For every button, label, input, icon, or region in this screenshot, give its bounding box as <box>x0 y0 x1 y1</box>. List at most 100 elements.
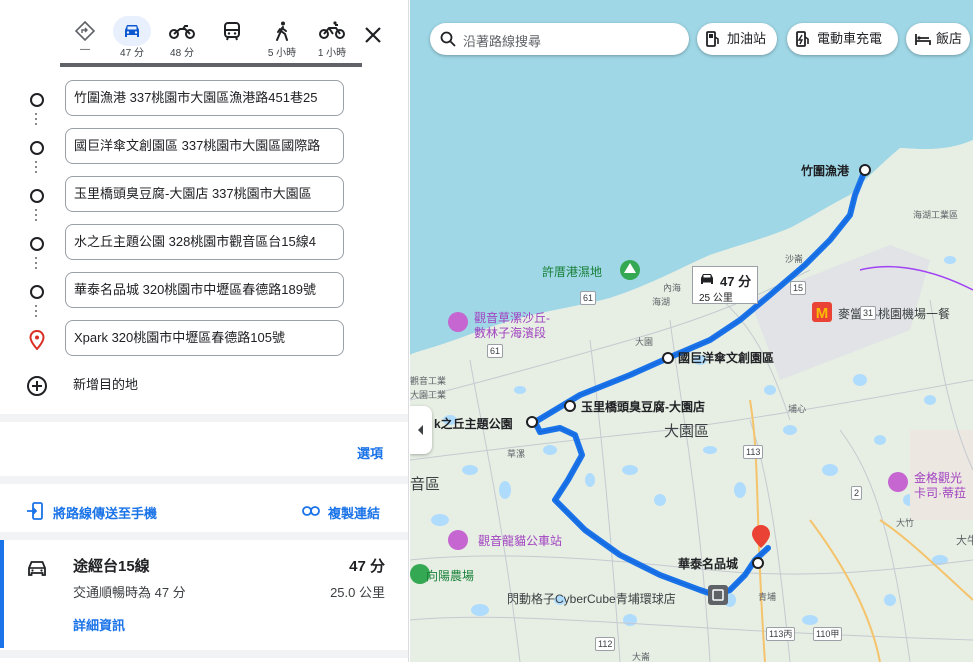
add-destination-label: 新增目的地 <box>73 377 139 392</box>
place-label[interactable]: 數林子海濱段 <box>474 324 546 341</box>
place-label[interactable]: 玉里橋頭臭豆腐-大園店 <box>581 398 705 415</box>
mode-walk-label: 5 小時 <box>267 48 297 59</box>
chip-gas-station-label: 加油站 <box>727 31 767 46</box>
mode-motorcycle[interactable]: 48 分 <box>157 14 207 64</box>
area-label: 沙崙 <box>785 254 804 264</box>
mode-scroll-indicator <box>60 63 362 67</box>
mode-bike[interactable]: 1 小時 <box>307 14 357 64</box>
options-button[interactable]: 選項 <box>357 443 383 462</box>
divider <box>0 532 408 540</box>
motorcycle-icon <box>169 25 195 39</box>
route-details-link[interactable]: 詳細資訊 <box>73 615 125 634</box>
xpark-marker[interactable] <box>708 585 728 605</box>
hotel-icon <box>915 34 931 45</box>
area-label: 大園工業 <box>410 390 447 400</box>
place-label[interactable]: 觀音龍貓公車站 <box>478 532 562 549</box>
road-shield: 61 <box>580 291 597 305</box>
mode-car-label: 47 分 <box>120 48 144 59</box>
mode-bike-label: 1 小時 <box>317 48 347 59</box>
area-label: 大竹 <box>896 518 915 528</box>
copy-link-button[interactable]: 複製連結 <box>302 502 392 522</box>
road-shield: 113 <box>743 445 764 459</box>
selected-route-indicator <box>0 540 4 648</box>
walk-icon <box>276 21 288 41</box>
place-label[interactable]: 卡司·蒂菈 <box>914 484 966 501</box>
search-placeholder: 沿著路線搜尋 <box>463 34 542 49</box>
place-label[interactable]: 閃動格子CyberCube青埔環球店 <box>507 590 676 607</box>
route-time-callout[interactable]: 47 分 25 公里 <box>692 266 758 304</box>
area-label: 埔心 <box>788 404 807 414</box>
district-label: 大園區 <box>664 423 710 440</box>
place-label[interactable]: 華泰名品城 <box>678 555 738 572</box>
stop-marker <box>30 141 44 155</box>
mode-walk[interactable]: 5 小時 <box>257 14 307 64</box>
car-icon <box>125 25 139 37</box>
chip-hotel-label: 飯店 <box>936 31 963 46</box>
route-distance: 25.0 公里 <box>330 585 385 600</box>
copy-link-label: 複製連結 <box>328 506 381 521</box>
route-search-box[interactable]: 沿著路線搜尋 <box>430 23 689 55</box>
area-label: 海湖 <box>652 297 671 307</box>
place-label[interactable]: 竹圍漁港 <box>801 162 849 179</box>
stop-marker <box>30 93 44 107</box>
mode-best[interactable]: — <box>60 14 110 64</box>
stop-input-5[interactable]: 華泰名品城 320桃園市中壢區春德路189號 <box>65 272 344 308</box>
stop-input-2[interactable]: 國巨洋傘文創園區 337桃園市大園區國際路 <box>65 128 344 164</box>
area-label: 大崙 <box>632 652 651 662</box>
route-duration: 47 分 <box>349 558 385 575</box>
search-icon <box>440 31 456 47</box>
stop-input-4[interactable]: 水之丘主題公園 328桃園市觀音區台15線4 <box>65 224 344 260</box>
divider <box>0 414 408 422</box>
stop-input-3[interactable]: 玉里橋頭臭豆腐-大園店 337桃園市大園區 <box>65 176 344 212</box>
road-shield: 112 <box>595 637 616 651</box>
route-option-card[interactable]: 途經台15線 47 分 交通順暢時為 47 分 25.0 公里 詳細資訊 <box>0 540 408 648</box>
attraction-marker[interactable] <box>888 472 908 492</box>
road-shield: 15 <box>790 281 807 295</box>
mode-transit[interactable] <box>207 14 257 64</box>
route-title: 途經台15線 <box>73 558 150 575</box>
attraction-marker[interactable] <box>448 530 468 550</box>
place-label[interactable]: 國巨洋傘文創園區 <box>678 349 774 366</box>
gas-station-icon <box>706 31 719 47</box>
chip-ev-charging-label: 電動車充電 <box>817 31 883 46</box>
road-shield: 110甲 <box>813 627 843 641</box>
area-label: 草漯 <box>507 449 526 459</box>
attraction-marker[interactable] <box>448 312 468 332</box>
area-label: 大園 <box>635 337 654 347</box>
chip-hotel[interactable]: 飯店 <box>906 23 970 55</box>
mode-motorcycle-label: 48 分 <box>170 48 194 59</box>
road-shield: 61 <box>487 344 504 358</box>
stop-marker <box>30 285 44 299</box>
place-label[interactable]: k之丘主題公園 <box>434 415 513 432</box>
road-shield: 113丙 <box>766 627 796 641</box>
chip-gas-station[interactable]: 加油站 <box>697 23 777 55</box>
map-view[interactable]: M 沿著路線搜尋 加油站 電動車充電 飯店 47 分 25 公里 竹圍漁港 國巨… <box>410 0 973 662</box>
transit-icon <box>224 22 240 41</box>
chip-ev-charging[interactable]: 電動車充電 <box>787 23 898 55</box>
car-icon <box>28 561 46 576</box>
send-to-phone-label: 將路線傳送至手機 <box>53 506 158 521</box>
collapse-panel-button[interactable] <box>410 406 432 454</box>
close-directions-button[interactable] <box>360 22 386 48</box>
stop-input-6[interactable]: Xpark 320桃園市中壢區春德路105號 <box>65 320 344 356</box>
callout-distance: 25 公里 <box>699 293 733 304</box>
stop-connector <box>35 161 37 176</box>
send-to-phone-icon <box>27 502 43 520</box>
directions-icon <box>74 20 96 42</box>
area-label: 觀音工業 <box>410 376 447 386</box>
stop-marker <box>30 237 44 251</box>
stop-input-1[interactable]: 竹圍漁港 337桃園市大園區漁港路451巷25 <box>65 80 344 116</box>
car-icon <box>701 274 713 284</box>
send-to-phone-button[interactable]: 將路線傳送至手機 <box>26 502 186 522</box>
road-shield: 2 <box>851 486 863 500</box>
area-label: 海湖工業區 <box>913 210 959 220</box>
place-label[interactable]: 向陽農場 <box>426 567 474 584</box>
stop-connector <box>35 257 37 272</box>
place-label[interactable]: 許厝港濕地 <box>542 263 602 280</box>
route-traffic-note: 交通順暢時為 47 分 <box>73 585 186 600</box>
mode-car[interactable]: 47 分 <box>107 14 157 64</box>
road-shield: 31 <box>860 306 877 320</box>
mode-best-label: — <box>80 44 90 55</box>
place-label[interactable]: 麥當勞-桃園機場一餐 <box>838 305 950 322</box>
close-icon <box>365 27 381 43</box>
